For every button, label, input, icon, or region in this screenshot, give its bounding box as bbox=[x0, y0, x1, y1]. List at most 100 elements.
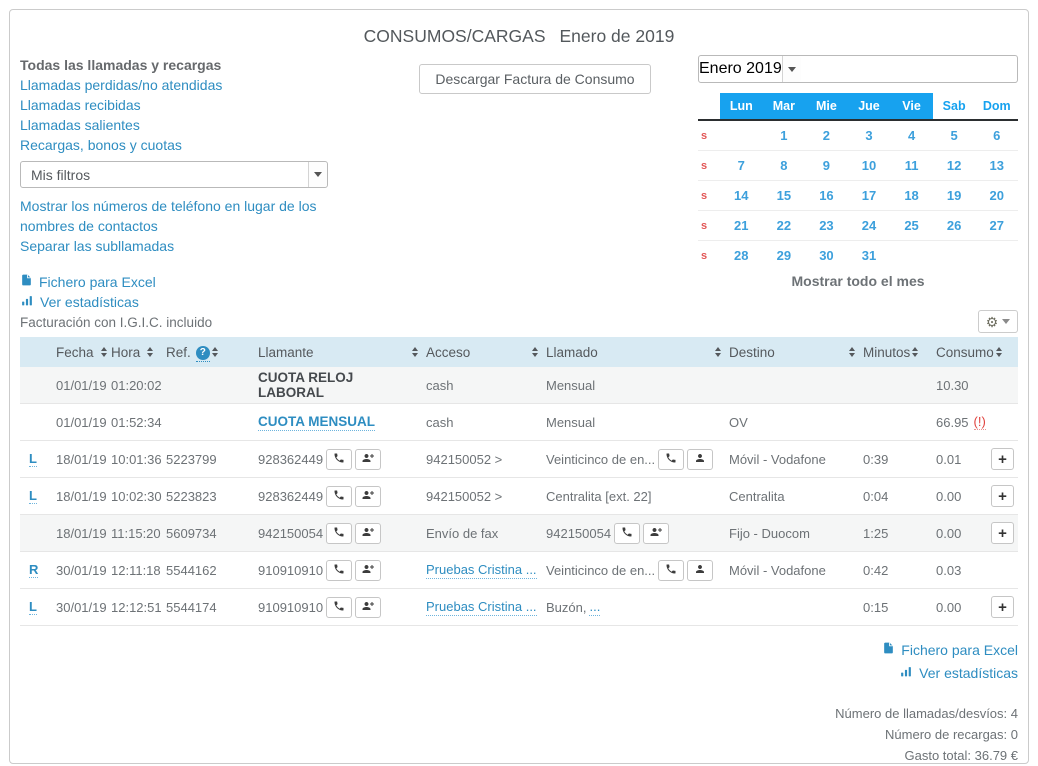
column-header-ref[interactable]: Ref.? bbox=[166, 343, 258, 362]
phone-button[interactable] bbox=[326, 449, 352, 470]
excel-export-link-bottom[interactable]: Fichero para Excel bbox=[882, 640, 1018, 660]
calendar-day[interactable]: 2 bbox=[805, 128, 848, 143]
calendar-day[interactable]: 25 bbox=[890, 218, 933, 233]
excel-export-link[interactable]: Fichero para Excel bbox=[20, 272, 156, 292]
calendar-day[interactable]: 1 bbox=[763, 128, 806, 143]
phone-button[interactable] bbox=[326, 597, 352, 618]
column-header-llamado[interactable]: Llamado bbox=[546, 345, 729, 360]
calendar-day[interactable]: 19 bbox=[933, 188, 976, 203]
calendar-day[interactable]: 24 bbox=[848, 218, 891, 233]
calendar-day[interactable]: 9 bbox=[805, 158, 848, 173]
download-invoice-button[interactable]: Descargar Factura de Consumo bbox=[419, 64, 650, 94]
expand-row-button[interactable]: + bbox=[991, 596, 1014, 618]
filter-all-calls[interactable]: Todas las llamadas y recargas bbox=[20, 55, 372, 75]
calendar-day[interactable]: 31 bbox=[848, 248, 891, 263]
acceso-value[interactable]: Pruebas Cristina ... bbox=[426, 562, 537, 579]
expand-row-button[interactable]: + bbox=[991, 448, 1014, 470]
column-header-llamante[interactable]: Llamante bbox=[258, 345, 426, 360]
week-link[interactable]: s bbox=[698, 250, 720, 262]
filter-missed-calls[interactable]: Llamadas perdidas/no atendidas bbox=[20, 75, 222, 95]
column-header-acceso[interactable]: Acceso bbox=[426, 345, 546, 360]
show-numbers-link[interactable]: Mostrar los números de teléfono en lugar… bbox=[20, 196, 350, 236]
phone-button[interactable] bbox=[614, 523, 640, 544]
calendar-day[interactable]: 18 bbox=[890, 188, 933, 203]
sort-icon[interactable] bbox=[996, 347, 1002, 357]
calendar-day[interactable]: 3 bbox=[848, 128, 891, 143]
expand-row-button[interactable]: + bbox=[991, 485, 1014, 507]
ref-help[interactable]: ? bbox=[196, 343, 210, 362]
phone-button[interactable] bbox=[326, 523, 352, 544]
call-type-link[interactable]: L bbox=[29, 599, 37, 615]
column-header-fecha[interactable]: Fecha bbox=[56, 345, 111, 360]
calendar-day[interactable]: 6 bbox=[975, 128, 1018, 143]
person-add-button[interactable] bbox=[355, 523, 381, 544]
consumo-alert-link[interactable]: (!) bbox=[974, 414, 986, 430]
calendar-day[interactable]: 5 bbox=[933, 128, 976, 143]
calendar-day[interactable]: 16 bbox=[805, 188, 848, 203]
week-link[interactable]: s bbox=[698, 130, 720, 142]
filter-recharges[interactable]: Recargas, bonos y cuotas bbox=[20, 135, 182, 155]
calendar-day[interactable]: 10 bbox=[848, 158, 891, 173]
calendar-day[interactable]: 23 bbox=[805, 218, 848, 233]
calendar-day[interactable]: 29 bbox=[763, 248, 806, 263]
calendar-day[interactable]: 17 bbox=[848, 188, 891, 203]
calendar-day[interactable]: 30 bbox=[805, 248, 848, 263]
sort-icon[interactable] bbox=[412, 347, 418, 357]
calendar-day[interactable]: 7 bbox=[720, 158, 763, 173]
calendar-day[interactable]: 21 bbox=[720, 218, 763, 233]
call-type-link[interactable]: L bbox=[29, 488, 37, 504]
calendar-day[interactable]: 26 bbox=[933, 218, 976, 233]
call-type-link[interactable]: R bbox=[29, 562, 38, 578]
expand-row-button[interactable]: + bbox=[991, 522, 1014, 544]
my-filters-select[interactable]: Mis filtros bbox=[20, 161, 328, 188]
week-link[interactable]: s bbox=[698, 160, 720, 172]
calendar-day[interactable]: 8 bbox=[763, 158, 806, 173]
filter-received-calls[interactable]: Llamadas recibidas bbox=[20, 95, 141, 115]
calendar-day[interactable]: 28 bbox=[720, 248, 763, 263]
calendar-day[interactable]: 14 bbox=[720, 188, 763, 203]
acceso-value[interactable]: Pruebas Cristina ... bbox=[426, 599, 537, 616]
column-header-minutos[interactable]: Minutos bbox=[863, 345, 936, 360]
person-add-button[interactable] bbox=[355, 597, 381, 618]
phone-button[interactable] bbox=[326, 560, 352, 581]
column-header-hora[interactable]: Hora bbox=[111, 345, 166, 360]
llamado-detail-link[interactable]: ... bbox=[589, 599, 600, 616]
column-header-destino[interactable]: Destino bbox=[729, 345, 863, 360]
phone-button[interactable] bbox=[326, 486, 352, 507]
person-add-button[interactable] bbox=[643, 523, 669, 544]
sort-icon[interactable] bbox=[212, 347, 218, 357]
calendar-day[interactable]: 12 bbox=[933, 158, 976, 173]
column-header-consumo[interactable]: Consumo bbox=[936, 345, 991, 360]
show-full-month-link[interactable]: Mostrar todo el mes bbox=[698, 273, 1018, 289]
stats-link-bottom[interactable]: Ver estadísticas bbox=[899, 663, 1018, 683]
week-link[interactable]: s bbox=[698, 190, 720, 202]
calendar-day[interactable]: 13 bbox=[975, 158, 1018, 173]
phone-button[interactable] bbox=[658, 560, 684, 581]
sort-icon[interactable] bbox=[715, 347, 721, 357]
sort-icon[interactable] bbox=[912, 347, 918, 357]
table-settings-button[interactable]: ⚙ bbox=[978, 310, 1018, 333]
month-select[interactable]: Enero 2019 bbox=[698, 55, 1018, 83]
calendar-day[interactable]: 27 bbox=[975, 218, 1018, 233]
calendar-day[interactable]: 4 bbox=[890, 128, 933, 143]
llamante-value[interactable]: CUOTA MENSUAL bbox=[258, 414, 375, 431]
person-add-button[interactable] bbox=[355, 560, 381, 581]
call-type-link[interactable]: L bbox=[29, 451, 37, 467]
sort-icon[interactable] bbox=[147, 347, 153, 357]
phone-button[interactable] bbox=[658, 449, 684, 470]
stats-link[interactable]: Ver estadísticas bbox=[20, 292, 139, 312]
person-add-button[interactable] bbox=[355, 486, 381, 507]
sort-icon[interactable] bbox=[101, 347, 107, 357]
sort-icon[interactable] bbox=[532, 347, 538, 357]
person-add-button[interactable] bbox=[355, 449, 381, 470]
calendar-day[interactable]: 20 bbox=[975, 188, 1018, 203]
person-button[interactable] bbox=[687, 560, 713, 581]
sort-icon[interactable] bbox=[849, 347, 855, 357]
split-subcalls-link[interactable]: Separar las subllamadas bbox=[20, 236, 174, 256]
calendar-day[interactable]: 11 bbox=[890, 158, 933, 173]
calendar-day[interactable]: 15 bbox=[763, 188, 806, 203]
person-button[interactable] bbox=[687, 449, 713, 470]
week-link[interactable]: s bbox=[698, 220, 720, 232]
calendar-day[interactable]: 22 bbox=[763, 218, 806, 233]
filter-outgoing-calls[interactable]: Llamadas salientes bbox=[20, 115, 140, 135]
